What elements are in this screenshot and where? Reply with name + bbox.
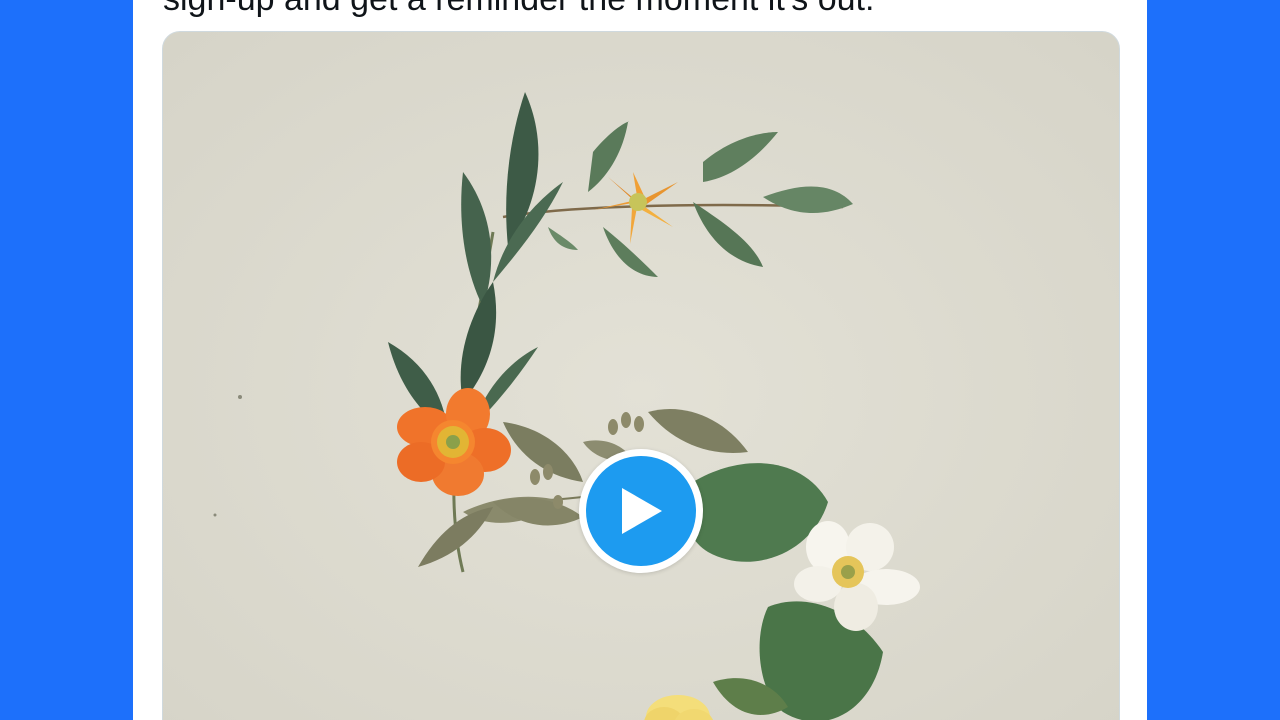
play-icon <box>622 488 662 534</box>
tweet-text: sign-up and get a reminder the moment it… <box>163 0 1123 20</box>
botanical-illustration <box>163 32 1119 720</box>
play-button-fill <box>586 456 696 566</box>
tweet-card: sign-up and get a reminder the moment it… <box>133 0 1147 720</box>
play-button[interactable] <box>579 449 703 573</box>
video-player[interactable] <box>162 31 1120 720</box>
